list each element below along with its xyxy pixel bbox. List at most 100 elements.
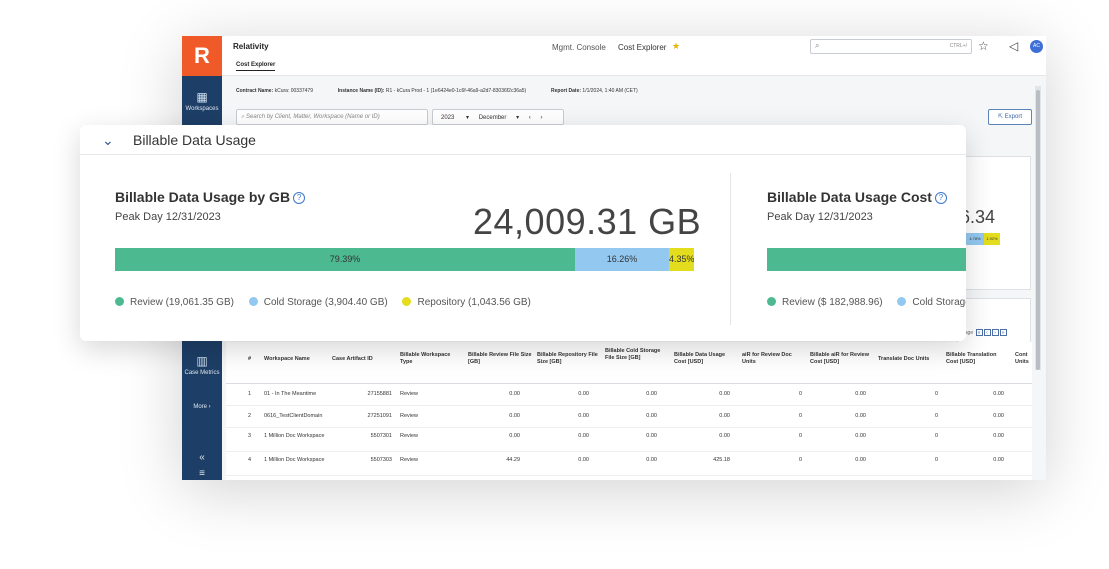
table-cell: 0 <box>934 413 938 419</box>
card-header[interactable]: ⌄ Billable Data Usage <box>80 125 966 155</box>
tab-cost-explorer[interactable]: Cost Explorer <box>236 62 276 71</box>
bar-segment[interactable]: 4.35% <box>669 248 694 271</box>
table-cell: 0 <box>934 457 938 463</box>
bar-chart-icon: ▥ <box>196 354 208 368</box>
table-cell: 0 <box>934 433 938 439</box>
col-workspace-name[interactable]: Workspace Name <box>264 356 310 363</box>
table-cell: 5507303 <box>370 457 392 463</box>
relativity-logo[interactable]: R <box>182 36 222 76</box>
export-icon: ⇱ <box>997 114 1005 120</box>
table-row[interactable]: 2 0616_TestClientDomain 27251091 Review 0.00… <box>226 406 1032 428</box>
top-bar: Relativity Cost Explorer Mgmt. Console C… <box>222 36 1046 76</box>
col-data-usage-cost[interactable]: Billable Data Usage Cost [USD] <box>674 352 736 366</box>
table-cell: 5507301 <box>370 433 392 439</box>
table-cell: 0.00 <box>855 413 866 419</box>
workspace-search-input[interactable]: ⌕ Search by Client, Matter, Workspace (N… <box>236 109 428 125</box>
table-cell: 0.00 <box>578 433 589 439</box>
legend-label: Review (19,061.35 GB) <box>130 297 234 308</box>
table-cell: 0.00 <box>993 391 1004 397</box>
legend-review: Review (19,061.35 GB) <box>115 297 234 308</box>
table-cell: 0.00 <box>578 457 589 463</box>
sidebar-item-more[interactable]: More › <box>182 404 222 410</box>
favorite-star-icon[interactable]: ★ <box>672 41 680 52</box>
help-icon[interactable]: ? <box>934 192 947 205</box>
info-bar: Contract Name: kCura: 00337479 Instance … <box>236 88 638 94</box>
col-repository-size[interactable]: Billable Repository File Size [GB] <box>537 352 601 366</box>
workspaces-icon: ▦ <box>196 90 208 104</box>
col-review-size[interactable]: Billable Review File Size [GB] <box>468 352 532 366</box>
report-label: Report Date: <box>551 88 582 94</box>
bar-segment[interactable]: 79.39% <box>115 248 575 271</box>
table-header: # Workspace Name Case Artifact ID Billab… <box>226 342 1032 384</box>
export-button[interactable]: ⇱ Export <box>988 109 1032 125</box>
pager: page «‹ ›» <box>962 329 1007 336</box>
table-cell: 0.00 <box>719 433 730 439</box>
bar-segment[interactable]: 16.26% <box>575 248 669 271</box>
col-translate-units[interactable]: Translate Doc Units <box>878 356 944 363</box>
prev-month-button[interactable]: ‹ <box>529 115 531 121</box>
stage: R ▦ Workspaces ▥ Case Metrics More › « ≡… <box>0 0 1109 569</box>
table-cell: 0.00 <box>509 413 520 419</box>
legend-label: Cold Storage ($ <box>912 297 966 308</box>
scrollbar-thumb[interactable] <box>1036 90 1040 370</box>
nav-cost-explorer[interactable]: Cost Explorer <box>618 43 666 52</box>
next-month-button[interactable]: › <box>540 115 542 121</box>
table-cell: 0.00 <box>719 413 730 419</box>
collapse-sidebar-button[interactable]: « <box>182 452 222 463</box>
app-title: Relativity <box>233 42 269 51</box>
month-select[interactable]: December <box>479 115 507 121</box>
cost-peak-day: Peak Day 12/31/2023 <box>767 211 873 223</box>
table-cell: 0.00 <box>646 457 657 463</box>
workspace-table: # Workspace Name Case Artifact ID Billab… <box>226 342 1032 480</box>
table-cell: 01 - In The Meantime <box>264 391 317 397</box>
sidebar-item-case-metrics[interactable]: ▥ Case Metrics <box>182 354 222 376</box>
gb-total: 24,009.31 GB <box>473 201 702 242</box>
table-row[interactable]: 1 01 - In The Meantime 27155881 Review 0.00 0… <box>226 384 1032 406</box>
table-row[interactable]: 3 1 Million Doc Workspace 5507301 Review 0.0… <box>226 428 1032 452</box>
legend-label: Review ($ 182,988.96) <box>782 297 883 308</box>
table-cell: 0.00 <box>509 391 520 397</box>
search-icon: ⌕ <box>815 41 820 50</box>
cost-kpi-title: Billable Data Usage Cost? <box>767 189 947 205</box>
col-translation-cost[interactable]: Billable Translation Cost [USD] <box>946 352 1008 366</box>
section-title: Billable Data Usage <box>133 132 256 148</box>
sidebar-item-workspaces[interactable]: ▦ Workspaces <box>182 90 222 112</box>
legend-repository: Repository (1,043.56 GB) <box>402 297 531 308</box>
col-air-doc-units[interactable]: aiR for Review Doc Units <box>742 352 804 366</box>
contract-label: Contract Name: <box>236 88 274 94</box>
gb-stacked-bar: 79.39% 16.26% 4.35% <box>115 248 694 271</box>
table-cell: 2 <box>248 413 252 419</box>
col-cont-units[interactable]: Cont Units <box>1015 352 1032 366</box>
col-air-cost[interactable]: Billable aiR for Review Cost [USD] <box>810 352 872 366</box>
col-cold-storage-size[interactable]: Billable Cold Storage File Size [GB] <box>605 348 667 362</box>
avatar[interactable]: AC <box>1030 40 1043 53</box>
star-icon[interactable]: ☆ <box>978 39 989 53</box>
first-page-button[interactable]: « <box>975 329 983 336</box>
last-page-button[interactable]: » <box>999 329 1007 336</box>
table-cell: 0616_TestClientDomain <box>264 413 323 419</box>
megaphone-icon[interactable]: ◁ <box>1009 39 1018 53</box>
scrollbar[interactable] <box>1035 86 1041 370</box>
help-icon[interactable]: ? <box>293 192 306 205</box>
table-cell: 27155881 <box>367 391 392 397</box>
table-row[interactable]: 4 1 Million Doc Workspace 5507303 Review 44.… <box>226 452 1032 476</box>
table-cell: 0 <box>798 413 802 419</box>
gb-legend: Review (19,061.35 GB) Cold Storage (3,90… <box>115 297 543 308</box>
col-index[interactable]: # <box>248 356 251 363</box>
chevron-down-icon[interactable]: ⌄ <box>102 132 114 149</box>
col-workspace-type[interactable]: Billable Workspace Type <box>400 352 462 366</box>
year-select[interactable]: 2023 <box>441 115 454 121</box>
table-cell: 1 <box>248 391 252 397</box>
table-cell: 0 <box>798 391 802 397</box>
menu-icon[interactable]: ≡ <box>182 468 222 479</box>
table-cell: 0.00 <box>578 391 589 397</box>
nav-mgmt-console[interactable]: Mgmt. Console <box>552 43 606 52</box>
global-search-input[interactable]: ⌕ CTRL+/ <box>810 39 972 54</box>
table-cell: 1 Million Doc Workspace <box>264 457 325 463</box>
table-cell: 4 <box>248 457 252 463</box>
col-case-artifact-id[interactable]: Case Artifact ID <box>332 356 373 363</box>
table-cell: 27251091 <box>367 413 392 419</box>
period-selector[interactable]: 2023 ▾ December ▾ ‹ › <box>432 109 564 125</box>
prev-page-button[interactable]: ‹ <box>983 329 991 336</box>
next-page-button[interactable]: › <box>991 329 999 336</box>
